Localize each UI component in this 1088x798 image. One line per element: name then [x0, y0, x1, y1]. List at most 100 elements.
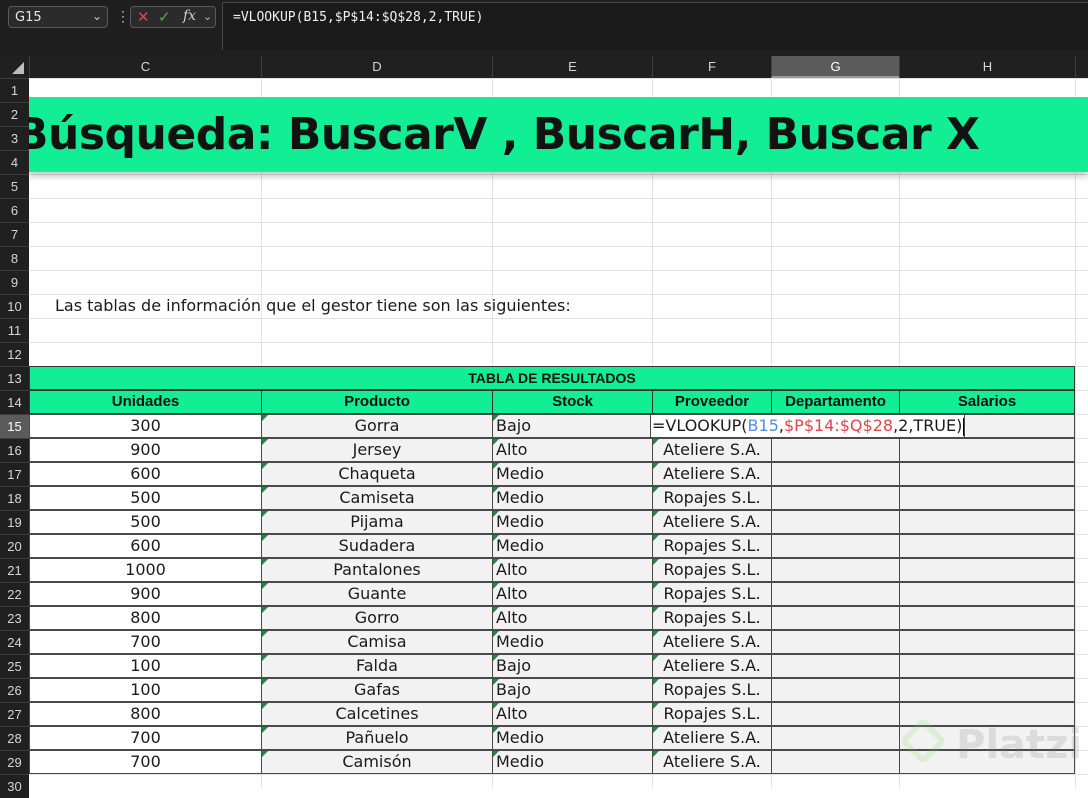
column-header-partial[interactable] [1075, 56, 1088, 78]
cell-producto[interactable]: Chaqueta [261, 462, 493, 486]
cell-proveedor[interactable]: Ropajes S.L. [652, 702, 772, 726]
cell-unidades[interactable]: 100 [29, 678, 262, 702]
cell-proveedor[interactable]: Ropajes S.L. [652, 606, 772, 630]
cell-departamento[interactable] [771, 654, 900, 678]
cell-proveedor[interactable]: Ateliere S.A. [652, 750, 772, 774]
row-header-15[interactable]: 15 [0, 414, 29, 438]
row-header-10[interactable]: 10 [0, 294, 29, 318]
row-header-6[interactable]: 6 [0, 198, 29, 222]
chevron-down-icon[interactable]: ⌄ [92, 9, 102, 23]
cell-unidades[interactable]: 800 [29, 606, 262, 630]
row-header-16[interactable]: 16 [0, 438, 29, 462]
cell-proveedor[interactable]: Ateliere S.A. [652, 438, 772, 462]
cell-stock[interactable]: Medio [492, 462, 653, 486]
cell-g15-edit[interactable]: =VLOOKUP(B15,$P$14:$Q$28,2,TRUE) [650, 414, 966, 438]
cell-unidades[interactable]: 900 [29, 582, 262, 606]
cell-salarios[interactable] [899, 582, 1075, 606]
cell-unidades[interactable]: 700 [29, 750, 262, 774]
cell-departamento[interactable] [771, 534, 900, 558]
cell-salarios[interactable] [899, 510, 1075, 534]
cell-unidades[interactable]: 600 [29, 534, 262, 558]
cell-producto[interactable]: Pijama [261, 510, 493, 534]
cell-stock[interactable]: Medio [492, 486, 653, 510]
more-options-icon[interactable]: ⋮ [116, 8, 130, 25]
row-header-19[interactable]: 19 [0, 510, 29, 534]
sheet-grid[interactable]: Búsqueda: BuscarV , BuscarH, Buscar X La… [29, 78, 1088, 788]
column-header-d[interactable]: D [261, 56, 492, 78]
cell-unidades[interactable]: 1000 [29, 558, 262, 582]
cell-departamento[interactable] [771, 582, 900, 606]
row-header-26[interactable]: 26 [0, 678, 29, 702]
cell-stock[interactable]: Medio [492, 534, 653, 558]
cell-proveedor[interactable]: Ateliere S.A. [652, 462, 772, 486]
cell-producto[interactable]: Pañuelo [261, 726, 493, 750]
cell-proveedor[interactable]: Ropajes S.L. [652, 486, 772, 510]
cell-producto[interactable]: Gafas [261, 678, 493, 702]
cell-proveedor[interactable]: Ateliere S.A. [652, 726, 772, 750]
row-header-7[interactable]: 7 [0, 222, 29, 246]
formula-bar[interactable]: =VLOOKUP(B15,$P$14:$Q$28,2,TRUE) [222, 2, 1088, 50]
cell-producto[interactable]: Sudadera [261, 534, 493, 558]
cell-stock[interactable]: Bajo [492, 414, 653, 438]
column-header-h[interactable]: H [899, 56, 1075, 78]
row-header-5[interactable]: 5 [0, 174, 29, 198]
cell-stock[interactable]: Alto [492, 582, 653, 606]
cell-departamento[interactable] [771, 486, 900, 510]
cell-departamento[interactable] [771, 702, 900, 726]
cell-proveedor[interactable]: Ateliere S.A. [652, 510, 772, 534]
row-header-12[interactable]: 12 [0, 342, 29, 366]
row-header-30[interactable]: 30 [0, 774, 29, 798]
row-header-27[interactable]: 27 [0, 702, 29, 726]
cell-unidades[interactable]: 700 [29, 630, 262, 654]
insert-function-icon[interactable]: fx [183, 8, 196, 24]
name-box[interactable]: G15 ⌄ [8, 6, 108, 28]
row-header-23[interactable]: 23 [0, 606, 29, 630]
row-header-13[interactable]: 13 [0, 366, 29, 390]
row-header-28[interactable]: 28 [0, 726, 29, 750]
row-header-18[interactable]: 18 [0, 486, 29, 510]
column-header-c[interactable]: C [29, 56, 261, 78]
cell-stock[interactable]: Alto [492, 438, 653, 462]
cell-salarios[interactable] [899, 558, 1075, 582]
row-header-9[interactable]: 9 [0, 270, 29, 294]
enter-icon[interactable]: ✓ [158, 8, 171, 26]
row-header-4[interactable]: 4 [0, 150, 29, 174]
cell-unidades[interactable]: 300 [29, 414, 262, 438]
row-header-21[interactable]: 21 [0, 558, 29, 582]
cell-stock[interactable]: Medio [492, 750, 653, 774]
cell-stock[interactable]: Bajo [492, 654, 653, 678]
cell-departamento[interactable] [771, 630, 900, 654]
select-all-corner[interactable] [0, 56, 29, 78]
row-header-20[interactable]: 20 [0, 534, 29, 558]
row-header-2[interactable]: 2 [0, 102, 29, 126]
cell-stock[interactable]: Bajo [492, 678, 653, 702]
row-header-1[interactable]: 1 [0, 78, 29, 102]
row-header-29[interactable]: 29 [0, 750, 29, 774]
chevron-down-icon[interactable]: ⌄ [203, 10, 212, 23]
row-header-24[interactable]: 24 [0, 630, 29, 654]
cell-salarios[interactable] [899, 438, 1075, 462]
cell-proveedor[interactable]: Ropajes S.L. [652, 678, 772, 702]
cell-proveedor[interactable]: Ateliere S.A. [652, 654, 772, 678]
row-header-3[interactable]: 3 [0, 126, 29, 150]
cell-salarios[interactable] [899, 534, 1075, 558]
cell-departamento[interactable] [771, 558, 900, 582]
cell-salarios[interactable] [899, 654, 1075, 678]
cell-producto[interactable]: Gorro [261, 606, 493, 630]
cell-producto[interactable]: Camisón [261, 750, 493, 774]
cell-proveedor[interactable]: Ateliere S.A. [652, 630, 772, 654]
cell-departamento[interactable] [771, 678, 900, 702]
cell-unidades[interactable]: 900 [29, 438, 262, 462]
cell-salarios[interactable] [899, 486, 1075, 510]
cell-departamento[interactable] [771, 750, 900, 774]
cell-departamento[interactable] [771, 438, 900, 462]
cell-unidades[interactable]: 800 [29, 702, 262, 726]
cell-producto[interactable]: Camisa [261, 630, 493, 654]
cell-stock[interactable]: Alto [492, 606, 653, 630]
cell-unidades[interactable]: 500 [29, 510, 262, 534]
row-header-8[interactable]: 8 [0, 246, 29, 270]
cell-salarios[interactable] [899, 606, 1075, 630]
cancel-icon[interactable]: ✕ [137, 8, 150, 26]
cell-stock[interactable]: Alto [492, 558, 653, 582]
cell-unidades[interactable]: 100 [29, 654, 262, 678]
